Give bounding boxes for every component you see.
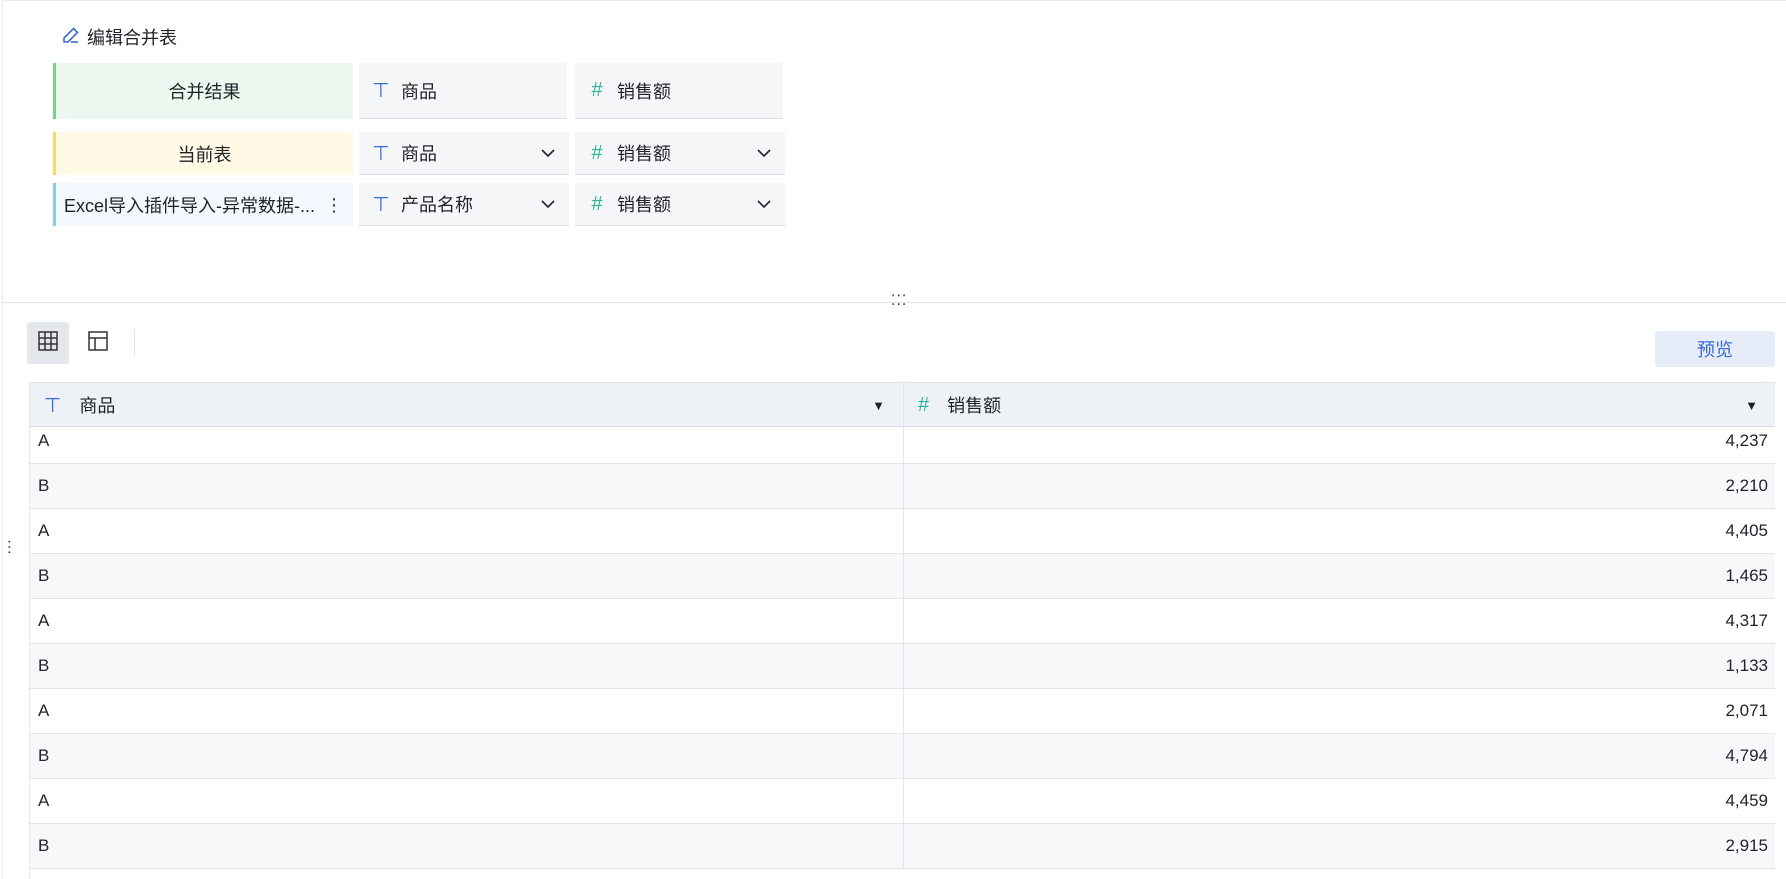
result-field-1: ⊤ 商品	[359, 63, 567, 119]
current-field-1-name: 商品	[401, 144, 437, 164]
result-field-2: # 销售额	[575, 63, 783, 119]
sort-dropdown-icon[interactable]: ▼	[1745, 398, 1758, 413]
current-table-label: 当前表	[53, 132, 353, 175]
merge-result-label: 合并结果	[53, 63, 353, 119]
edit-icon	[61, 25, 81, 50]
table-row: A 2,071	[30, 689, 1775, 734]
text-type-icon: ⊤	[372, 193, 390, 216]
current-table-label-text: 当前表	[177, 144, 232, 165]
current-field-1-select[interactable]: ⊤ 商品	[359, 132, 569, 175]
table-grid-icon	[36, 329, 60, 358]
number-type-icon: #	[918, 393, 930, 416]
more-vertical-icon[interactable]: ⋮	[325, 196, 343, 214]
column-header-product-label: 商品	[79, 396, 116, 416]
cell-product: B	[30, 734, 904, 778]
edit-merge-table-link[interactable]: 编辑合并表	[61, 25, 177, 49]
cell-product: B	[30, 824, 904, 868]
side-drag-handle-icon[interactable]: ···	[1, 539, 18, 555]
source-field-2-select[interactable]: # 销售额	[575, 183, 785, 226]
cell-sales: 2,071	[1725, 701, 1768, 720]
cell-sales: 2,915	[1725, 836, 1768, 855]
text-type-icon: ⊤	[44, 394, 62, 417]
data-table: ⊤ 商品 ▼ # 销售额 ▼ A 4,237 B 2,210 A 4,405 B 1,465 A…	[29, 382, 1775, 879]
cell-product: A	[30, 779, 904, 823]
cell-product: A	[30, 427, 904, 463]
column-header-sales-label: 销售额	[947, 396, 1002, 416]
cell-sales: 1,465	[1725, 566, 1768, 585]
table-row: A 4,317	[30, 599, 1775, 644]
text-type-icon: ⊤	[372, 80, 390, 102]
table-row: A 4,459	[30, 779, 1775, 824]
source-table-label: Excel导入插件导入-异常数据-... ⋮	[53, 183, 353, 226]
table-row: A 4,237	[30, 427, 1775, 464]
chevron-down-icon	[755, 195, 773, 213]
source-field-2-name: 销售额	[617, 195, 671, 215]
table-row: B 2,210	[30, 464, 1775, 509]
source-field-1-name: 产品名称	[401, 195, 473, 215]
table-row: B 2,915	[30, 824, 1775, 869]
current-field-2-select[interactable]: # 销售额	[575, 132, 785, 175]
chevron-down-icon	[755, 144, 773, 162]
source-field-1-select[interactable]: ⊤ 产品名称	[359, 183, 569, 226]
merge-result-label-text: 合并结果	[168, 82, 241, 102]
cell-product: A	[30, 689, 904, 733]
source-table-label-text: Excel导入插件导入-异常数据-...	[64, 195, 316, 216]
sort-dropdown-icon[interactable]: ▼	[872, 398, 885, 413]
cell-sales: 4,317	[1725, 611, 1768, 630]
table-header: ⊤ 商品 ▼ # 销售额 ▼	[30, 383, 1775, 427]
layout-icon	[86, 329, 110, 358]
cell-sales: 4,794	[1725, 746, 1768, 765]
table-row: A 4,405	[30, 509, 1775, 554]
cell-sales: 2,210	[1725, 476, 1768, 495]
cell-sales: 4,405	[1725, 521, 1768, 540]
cell-product: A	[30, 599, 904, 643]
result-field-2-name: 销售额	[617, 81, 671, 102]
toolbar-separator	[134, 329, 135, 357]
number-type-icon: #	[591, 192, 603, 215]
grid-view-button[interactable]	[27, 322, 69, 364]
table-body: A 4,237 B 2,210 A 4,405 B 1,465 A 4,317 B 1,133 A 2,0…	[30, 427, 1775, 869]
chevron-down-icon	[539, 144, 557, 162]
cell-product: B	[30, 644, 904, 688]
number-type-icon: #	[591, 79, 603, 101]
cell-product: A	[30, 509, 904, 553]
edit-title-text: 编辑合并表	[87, 28, 177, 48]
column-header-sales[interactable]: # 销售额 ▼	[904, 383, 1775, 427]
cell-sales: 1,133	[1725, 656, 1768, 675]
table-row: B 4,794	[30, 734, 1775, 779]
cell-sales: 4,459	[1725, 791, 1768, 810]
preview-button[interactable]: 预览	[1655, 331, 1775, 367]
result-field-1-name: 商品	[401, 81, 437, 102]
table-row: B 1,133	[30, 644, 1775, 689]
cell-product: B	[30, 464, 904, 508]
text-type-icon: ⊤	[372, 142, 390, 165]
merge-table-panel: 编辑合并表 合并结果 ⊤ 商品 # 销售额 当前表 ⊤ 商品 # 销售额 Exc…	[1, 0, 1786, 879]
column-header-product[interactable]: ⊤ 商品 ▼	[30, 383, 904, 427]
cell-sales: 4,237	[1725, 431, 1768, 450]
cell-product: B	[30, 554, 904, 598]
resize-handle-icon[interactable]: ⁚⁚⁚	[891, 292, 907, 309]
table-row: B 1,465	[30, 554, 1775, 599]
current-field-2-name: 销售额	[617, 144, 671, 164]
number-type-icon: #	[591, 141, 603, 164]
chevron-down-icon	[539, 195, 557, 213]
layout-view-button[interactable]	[77, 322, 119, 364]
